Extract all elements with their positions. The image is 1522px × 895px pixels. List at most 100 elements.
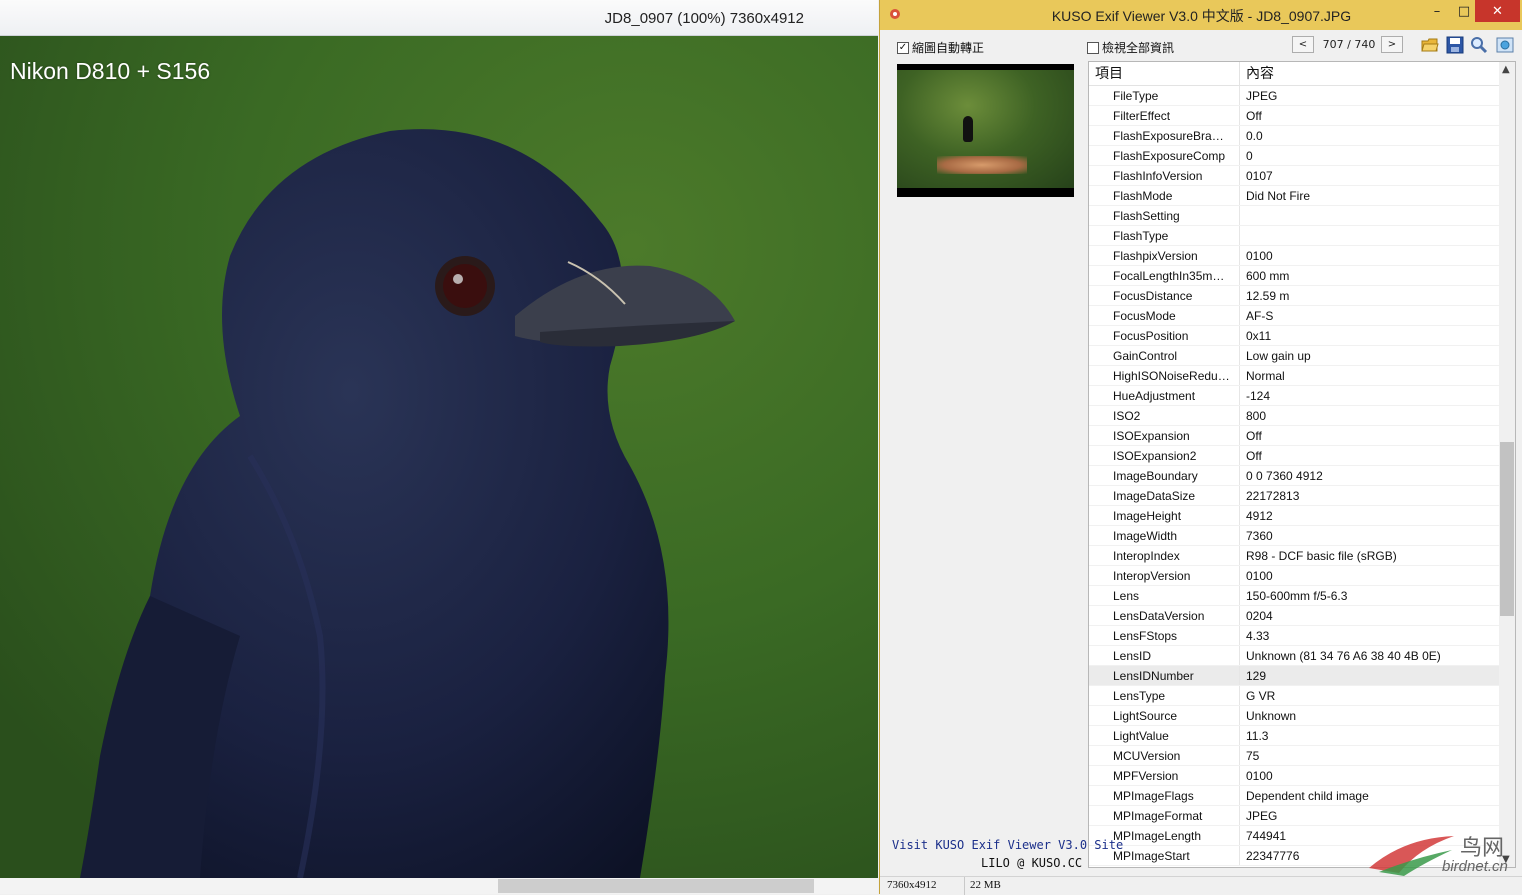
show-all-info-label: 檢視全部資訊	[1102, 41, 1175, 55]
table-row[interactable]: LensType G VR	[1089, 686, 1499, 706]
table-row[interactable]: ISOExpansion2 Off	[1089, 446, 1499, 466]
vertical-scrollbar-thumb[interactable]	[1500, 442, 1514, 616]
exif-value-cell: 75	[1246, 749, 1260, 763]
image-viewer-window: JD8_0907 (100%) 7360x4912 Nikon D810 + S…	[0, 0, 878, 894]
thumbnail-preview	[897, 64, 1074, 197]
exif-value-cell: Unknown	[1246, 709, 1297, 723]
checkbox-checked-icon[interactable]: ✓	[897, 41, 909, 54]
exif-value-cell: 0100	[1246, 249, 1273, 263]
table-row[interactable]: FocusPosition 0x11	[1089, 326, 1499, 346]
table-row[interactable]: LensFStops 4.33	[1089, 626, 1499, 646]
magnifier-icon[interactable]	[1470, 36, 1488, 54]
table-row[interactable]: FlashMode Did Not Fire	[1089, 186, 1499, 206]
status-file-size: 22 MB	[970, 879, 1001, 891]
table-row[interactable]: GainControl Low gain up	[1089, 346, 1499, 366]
exif-key-cell: FilterEffect	[1089, 106, 1240, 125]
table-row[interactable]: FlashExposureComp 0	[1089, 146, 1499, 166]
exif-title-bar[interactable]: KUSO Exif Viewer V3.0 中文版 - JD8_0907.JPG…	[880, 0, 1522, 30]
exif-value-cell: JPEG	[1246, 89, 1278, 103]
table-row[interactable]: ISO2 800	[1089, 406, 1499, 426]
exif-key-cell: HighISONoiseRedu…	[1089, 366, 1240, 385]
table-row[interactable]: InteropIndex R98 - DCF basic file (sRGB)	[1089, 546, 1499, 566]
table-row[interactable]: MPImageFlags Dependent child image	[1089, 786, 1499, 806]
previous-image-button[interactable]: <	[1292, 36, 1314, 53]
table-row[interactable]: InteropVersion 0100	[1089, 566, 1499, 586]
table-row[interactable]: MPFVersion 0100	[1089, 766, 1499, 786]
table-row[interactable]: FlashExposureBra… 0.0	[1089, 126, 1499, 146]
exif-table-header: 項目 內容	[1089, 62, 1499, 86]
exif-key-cell: GainControl	[1089, 346, 1240, 365]
exif-value-cell: Off	[1246, 449, 1262, 463]
table-row[interactable]: ImageBoundary 0 0 7360 4912	[1089, 466, 1499, 486]
vertical-scrollbar[interactable]: ▲ ▼	[1499, 62, 1515, 867]
table-row[interactable]: LensDataVersion 0204	[1089, 606, 1499, 626]
exif-key-cell: FlashExposureComp	[1089, 146, 1240, 165]
exif-key-cell: ImageWidth	[1089, 526, 1240, 545]
exif-key-cell: ImageDataSize	[1089, 486, 1240, 505]
birdnet-watermark: 鸟网 birdnet.cn	[1364, 828, 1514, 878]
table-row[interactable]: FlashType	[1089, 226, 1499, 246]
exif-key-cell: LightValue	[1089, 726, 1240, 745]
table-row[interactable]: FlashInfoVersion 0107	[1089, 166, 1499, 186]
save-icon[interactable]	[1446, 36, 1464, 54]
exif-key-cell: FlashExposureBra…	[1089, 126, 1240, 145]
show-all-info-checkbox[interactable]: 檢視全部資訊	[1087, 39, 1174, 56]
exif-value-cell: 129	[1246, 669, 1267, 683]
table-row[interactable]: Lens 150-600mm f/5-6.3	[1089, 586, 1499, 606]
horizontal-scrollbar[interactable]	[0, 878, 878, 894]
scroll-up-icon[interactable]: ▲	[1502, 64, 1510, 75]
column-header-item[interactable]: 項目	[1089, 62, 1240, 85]
exif-value-cell	[1240, 206, 1246, 225]
horizontal-scrollbar-thumb[interactable]	[498, 879, 814, 893]
table-row[interactable]: LensIDNumber 129	[1089, 666, 1499, 686]
exif-key-cell: InteropIndex	[1089, 546, 1240, 565]
exif-table[interactable]: 項目 內容 FileType JPEG FilterEffect Off FlashEx…	[1088, 61, 1516, 868]
table-row[interactable]: ImageHeight 4912	[1089, 506, 1499, 526]
visit-site-link[interactable]: Visit KUSO Exif Viewer V3.0 Site	[892, 838, 1123, 852]
exif-value-cell: Normal	[1246, 369, 1285, 383]
photo-canvas[interactable]: Nikon D810 + S156	[0, 36, 878, 878]
table-row[interactable]: LensID Unknown (81 34 76 A6 38 40 4B 0E)	[1089, 646, 1499, 666]
exif-key-cell: LensType	[1089, 686, 1240, 705]
auto-rotate-thumbnail-checkbox[interactable]: ✓ 縮圖自動轉正	[897, 39, 984, 56]
table-row[interactable]: FilterEffect Off	[1089, 106, 1499, 126]
next-image-button[interactable]: >	[1381, 36, 1403, 53]
table-row[interactable]: MCUVersion 75	[1089, 746, 1499, 766]
exif-key-cell: ISOExpansion2	[1089, 446, 1240, 465]
table-row[interactable]: ImageWidth 7360	[1089, 526, 1499, 546]
close-button[interactable]: ✕	[1475, 0, 1520, 22]
maximize-button[interactable]: □	[1452, 0, 1476, 22]
exif-key-cell: InteropVersion	[1089, 566, 1240, 585]
table-row[interactable]: FocusMode AF-S	[1089, 306, 1499, 326]
table-row[interactable]: FocalLengthIn35m… 600 mm	[1089, 266, 1499, 286]
exif-key-cell: LightSource	[1089, 706, 1240, 725]
exif-value-cell: AF-S	[1246, 309, 1274, 323]
table-row[interactable]: LightValue 11.3	[1089, 726, 1499, 746]
web-icon[interactable]	[1496, 36, 1514, 54]
exif-key-cell: Lens	[1089, 586, 1240, 605]
exif-key-cell: MCUVersion	[1089, 746, 1240, 765]
table-row[interactable]: FlashpixVersion 0100	[1089, 246, 1499, 266]
bird-photo	[0, 36, 878, 878]
exif-key-cell: FocalLengthIn35m…	[1089, 266, 1240, 285]
exif-value-cell: R98 - DCF basic file (sRGB)	[1246, 549, 1397, 563]
open-folder-icon[interactable]	[1421, 36, 1439, 54]
exif-key-cell: ISOExpansion	[1089, 426, 1240, 445]
exif-key-cell: MPFVersion	[1089, 766, 1240, 785]
exif-value-cell: 0100	[1246, 569, 1273, 583]
table-row[interactable]: FlashSetting	[1089, 206, 1499, 226]
exif-value-cell: 0x11	[1246, 329, 1272, 343]
table-row[interactable]: MPImageFormat JPEG	[1089, 806, 1499, 826]
exif-key-cell: FocusDistance	[1089, 286, 1240, 305]
viewer-title-bar[interactable]: JD8_0907 (100%) 7360x4912	[0, 0, 878, 36]
table-row[interactable]: FocusDistance 12.59 m	[1089, 286, 1499, 306]
table-row[interactable]: HueAdjustment -124	[1089, 386, 1499, 406]
column-header-content[interactable]: 內容	[1240, 62, 1274, 85]
table-row[interactable]: ImageDataSize 22172813	[1089, 486, 1499, 506]
table-row[interactable]: ISOExpansion Off	[1089, 426, 1499, 446]
table-row[interactable]: HighISONoiseRedu… Normal	[1089, 366, 1499, 386]
table-row[interactable]: FileType JPEG	[1089, 86, 1499, 106]
minimize-button[interactable]: –	[1425, 0, 1449, 22]
checkbox-unchecked-icon[interactable]	[1087, 41, 1099, 54]
table-row[interactable]: LightSource Unknown	[1089, 706, 1499, 726]
